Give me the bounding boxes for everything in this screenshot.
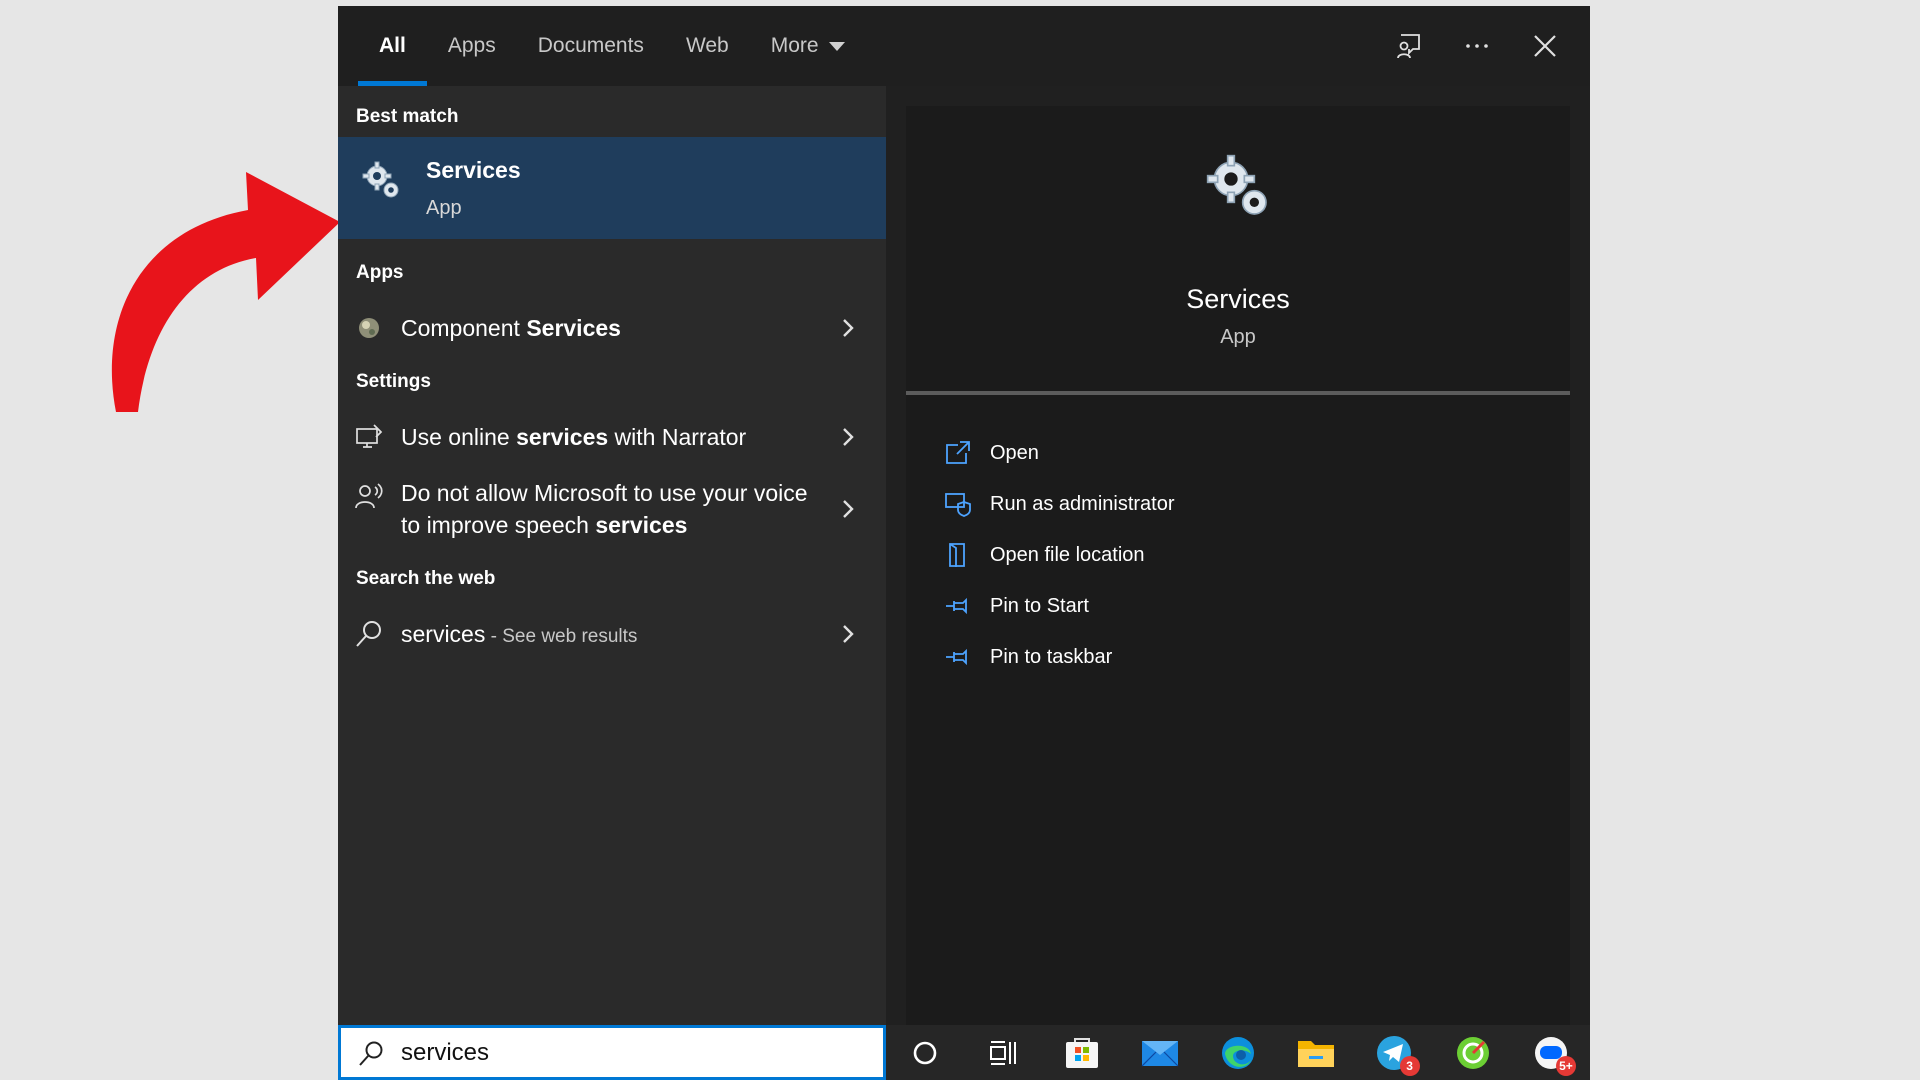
result-narrator-services[interactable]: Use online services with Narrator [338,413,886,461]
services-gear-icon [1206,154,1267,215]
edge-icon [1221,1036,1254,1069]
cortana-button[interactable] [886,1025,964,1080]
feedback-icon[interactable] [1394,31,1424,61]
task-view-button[interactable] [964,1025,1042,1080]
result-web-search[interactable]: services - See web results [338,610,886,658]
result-text: with Narrator [608,424,747,450]
web-results-hint: - See web results [485,626,638,647]
component-services-icon [359,318,379,338]
tab-all[interactable]: All [358,6,427,86]
preview-pane: Services App Open Run as administrator O… [886,86,1590,1026]
action-open[interactable]: Open [944,435,1039,471]
app-green-button[interactable] [1434,1025,1512,1080]
divider [906,391,1570,395]
action-label: Pin to taskbar [990,645,1113,668]
chevron-right-icon[interactable] [840,317,856,339]
settings-header: Settings [356,371,431,392]
search-icon [359,1041,383,1066]
more-options-icon[interactable] [1462,31,1492,61]
close-icon[interactable] [1530,31,1560,61]
filter-tabs: All Apps Documents Web More [358,6,866,86]
action-label: Open [990,441,1039,464]
result-speech-services[interactable]: Do not allow Microsoft to use your voice… [338,471,886,547]
action-pin-to-start[interactable]: Pin to Start [944,588,1089,624]
best-match-title: Services [426,157,521,183]
search-window: All Apps Documents Web More Best match S… [338,6,1590,1080]
results-pane: Best match Services App Apps Component S… [338,86,886,1026]
top-actions [1394,6,1560,86]
preview-subtitle: App [1220,326,1256,348]
speech-privacy-icon [355,483,383,509]
notification-badge: 3 [1399,1056,1420,1076]
result-text-bold: services [595,512,688,538]
tab-more[interactable]: More [750,6,866,86]
store-icon [1065,1037,1098,1068]
microsoft-store-button[interactable] [1042,1025,1120,1080]
notification-badge: 5+ [1555,1056,1576,1076]
tab-web[interactable]: Web [665,6,750,86]
result-text: Component [401,315,527,341]
best-match-header: Best match [356,106,459,127]
chevron-right-icon[interactable] [840,623,856,645]
web-query-text: services [401,621,486,647]
open-icon [946,441,970,464]
preview-card: Services App Open Run as administrator O… [906,106,1570,1026]
mail-icon [1141,1040,1179,1066]
narrator-icon [356,424,383,448]
taskbar: 3 5+ [886,1025,1590,1080]
result-text-bold: Services [526,315,621,341]
best-match-services[interactable]: Services App [338,137,886,239]
search-box[interactable]: services [338,1025,886,1080]
search-input[interactable]: services [401,1039,489,1067]
pin-icon [946,648,967,666]
chevron-right-icon[interactable] [840,498,856,520]
pin-icon [946,597,967,615]
best-match-subtitle: App [426,197,462,219]
telegram-button[interactable]: 3 [1355,1025,1433,1080]
action-open-file-location[interactable]: Open file location [944,537,1145,573]
red-pointer-arrow [111,172,341,412]
result-text-bold: services [516,424,609,450]
folder-location-icon [949,543,965,567]
action-label: Open file location [990,543,1145,566]
shield-icon [945,493,971,517]
caret-down-icon [828,41,845,51]
result-component-services[interactable]: Component Services [338,304,886,352]
services-gear-icon [362,161,399,198]
task-view-icon [990,1040,1017,1065]
result-text: Use online [401,424,517,450]
chevron-right-icon[interactable] [840,426,856,448]
search-web-header: Search the web [356,568,496,589]
cortana-icon [913,1041,937,1064]
preview-title: Services [1186,284,1290,314]
action-label: Pin to Start [990,594,1089,617]
tab-documents[interactable]: Documents [517,6,665,86]
action-pin-to-taskbar[interactable]: Pin to taskbar [944,639,1112,675]
folder-icon [1298,1040,1335,1067]
green-app-icon [1456,1036,1489,1069]
apps-header: Apps [356,262,404,283]
top-bar: All Apps Documents Web More [338,6,1590,86]
action-label: Run as administrator [990,492,1175,515]
search-icon [356,621,381,647]
zalo-button[interactable]: 5+ [1512,1025,1590,1080]
file-explorer-button[interactable] [1277,1025,1355,1080]
tab-apps[interactable]: Apps [427,6,517,86]
edge-button[interactable] [1199,1025,1277,1080]
action-run-as-administrator[interactable]: Run as administrator [944,486,1175,522]
mail-button[interactable] [1121,1025,1199,1080]
